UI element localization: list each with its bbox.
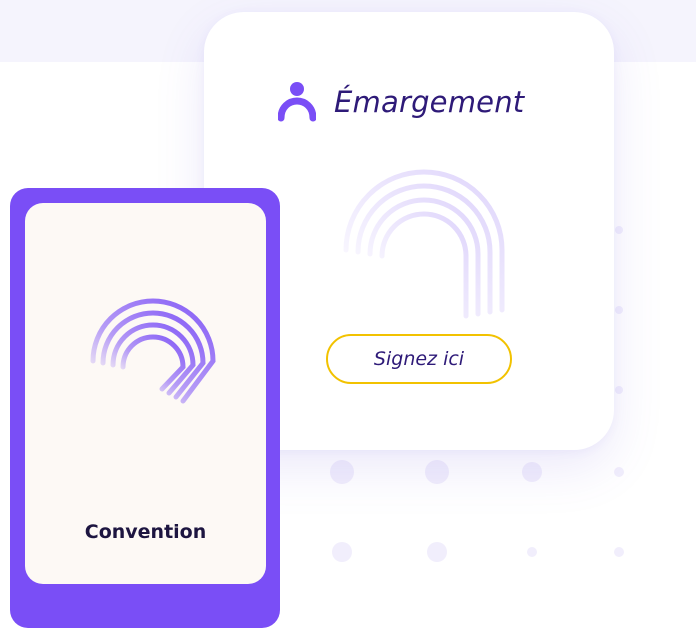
signature-card-title: Émargement [334, 85, 525, 119]
sign-here-button[interactable]: Signez ici [326, 334, 512, 384]
user-icon [278, 82, 316, 122]
convention-card-title: Convention [84, 521, 207, 543]
arch-rings-icon [343, 169, 505, 319]
convention-card[interactable]: Convention [10, 188, 280, 628]
convention-card-panel: Convention [25, 203, 266, 584]
arch-rings-icon [90, 298, 216, 404]
signature-card-header: Émargement [278, 74, 524, 130]
